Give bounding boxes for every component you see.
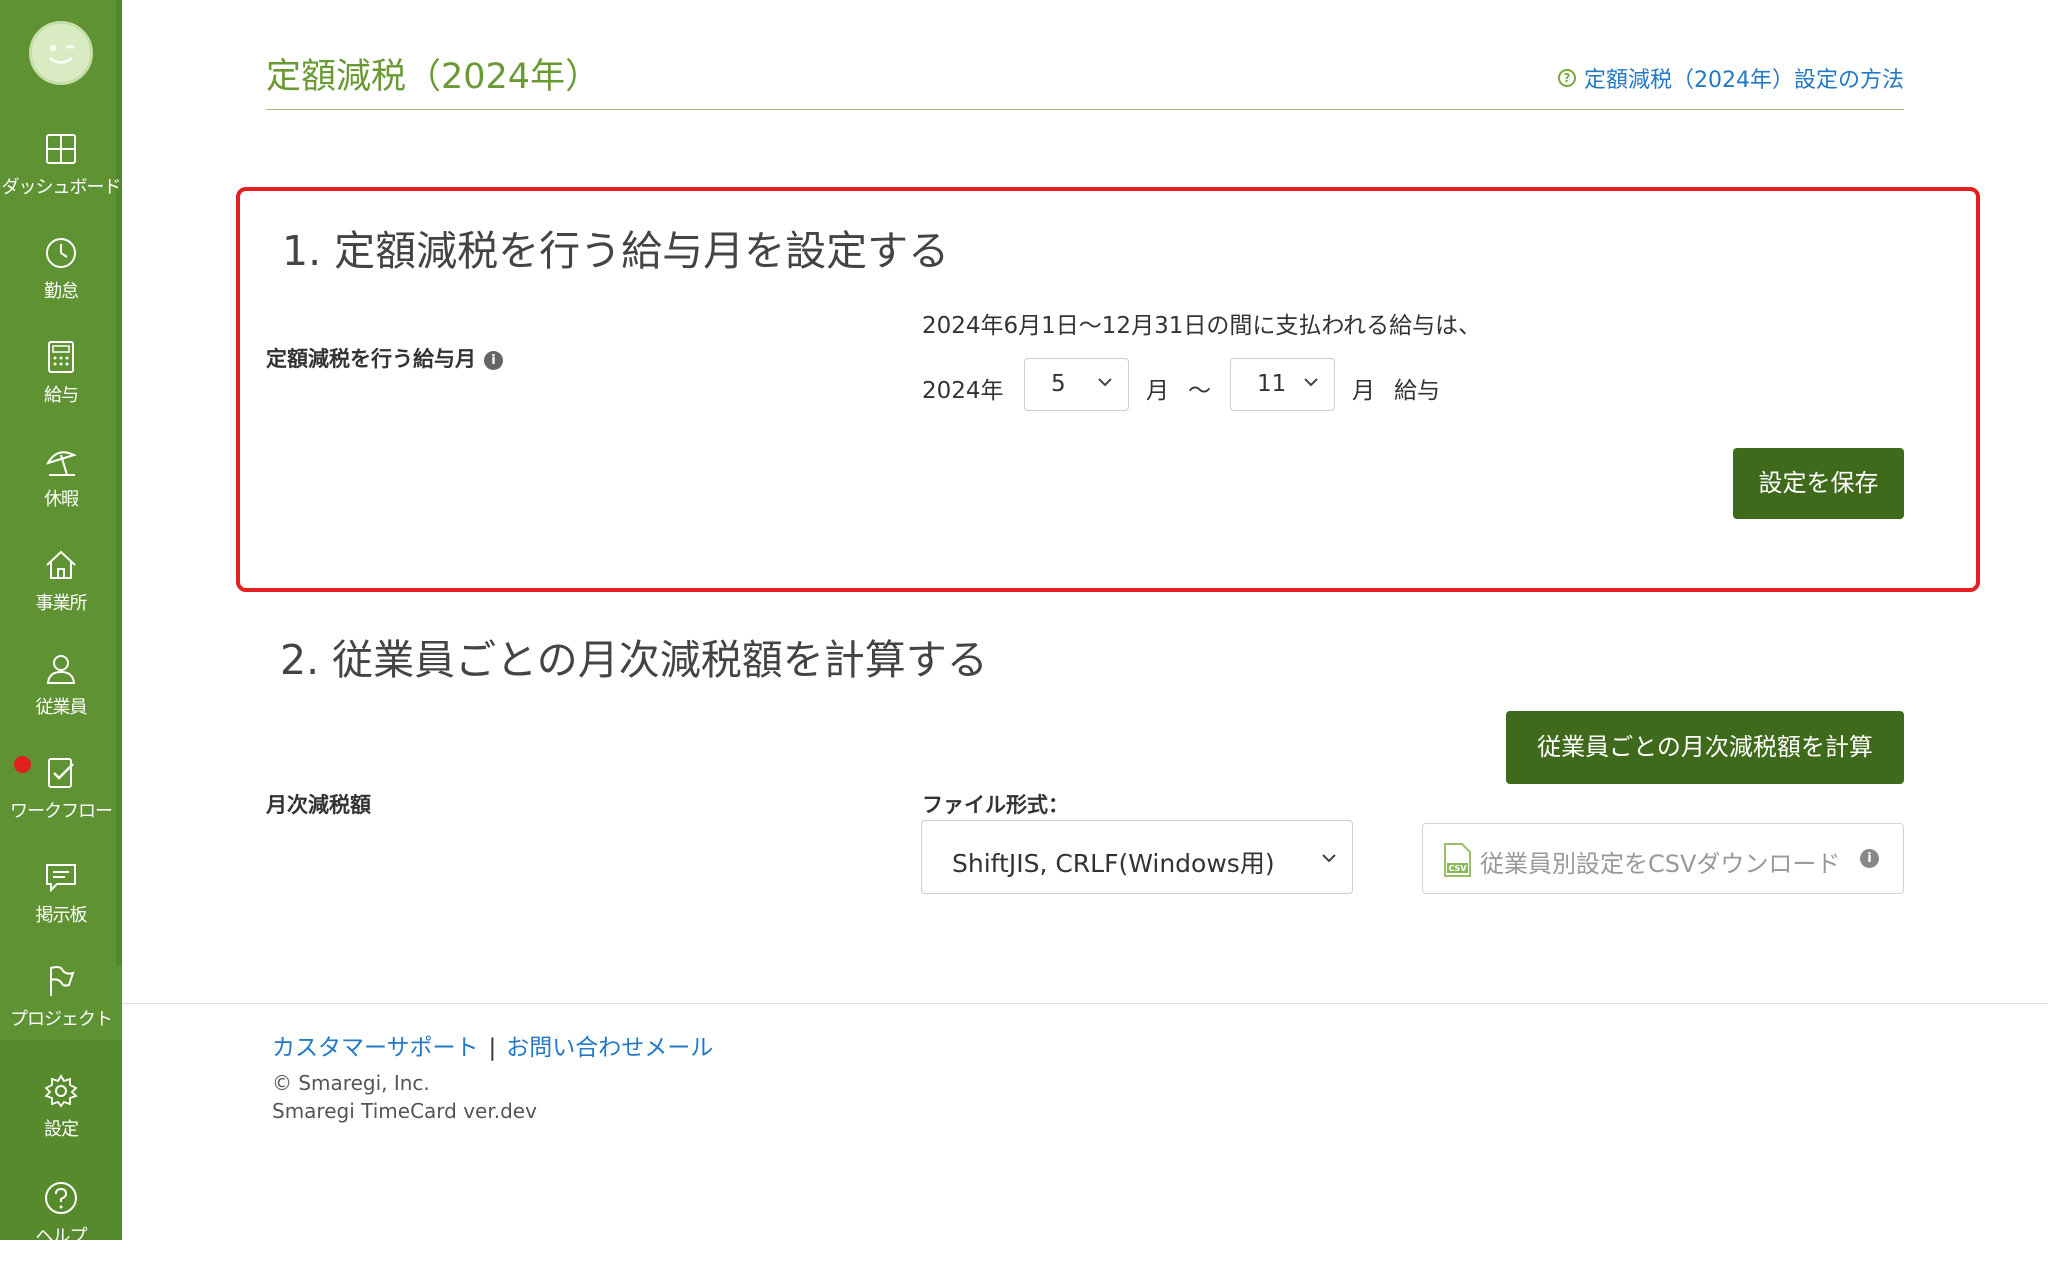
sidebar-item-label: 給与 [44,385,79,406]
question-icon: ? [1558,69,1576,87]
sidebar-item-project[interactable]: プロジェクト [0,963,122,1053]
svg-text:CSV: CSV [1449,864,1468,873]
csv-download-label: 従業員別設定をCSVダウンロード [1480,850,1841,878]
end-month-value: 11 [1257,371,1287,397]
sidebar-item-leave[interactable]: 休暇 [0,443,122,533]
chevron-down-icon [1322,854,1336,863]
file-format-label: ファイル形式： [922,793,1069,817]
sidebar-item-attendance[interactable]: 勤怠 [0,235,122,325]
sidebar-item-payroll[interactable]: 給与 [0,339,122,429]
smiley-icon [49,45,75,64]
sidebar-item-office[interactable]: 事業所 [0,547,122,637]
clock-icon [46,238,76,268]
sidebar-item-dashboard[interactable]: ダッシュボード [0,131,122,221]
help-link-label: 定額減税（2024年）設定の方法 [1584,68,1904,93]
sidebar-item-settings[interactable]: 設定 [0,1073,122,1163]
monthly-tax-label: 月次減税額 [266,793,371,817]
footer-links: カスタマーサポート | お問い合わせメール [272,1028,713,1062]
sidebar-item-employees[interactable]: 従業員 [0,651,122,741]
year-label: 2024年 [922,378,1004,404]
sidebar-item-label: 設定 [44,1119,79,1140]
footer-separator: | [488,1035,497,1061]
start-month-select[interactable]: 5 [1024,358,1129,411]
end-month-select[interactable]: 11 [1230,358,1335,411]
calculator-icon [48,341,74,373]
sidebar-item-workflow[interactable]: ワークフロー [0,755,122,845]
page-title: 定額減税（2024年） [266,57,601,97]
sidebar-item-label: 掲示板 [35,905,88,926]
tax-month-label: 定額減税を行う給与月 i [266,343,503,373]
sidebar: ダッシュボード 勤怠 給与 休暇 事業所 従業員 ワークフロー 掲示板 プロジェ… [0,0,122,1247]
csv-download-button[interactable]: CSV 従業員別設定をCSVダウンロード i [1422,823,1904,894]
user-icon [46,655,76,684]
footer-divider [122,1003,2048,1004]
sidebar-item-label: 事業所 [35,593,88,614]
chevron-down-icon [1304,378,1318,387]
section2-title: 2. 従業員ごとの月次減税額を計算する [280,636,988,684]
contact-mail-link[interactable]: お問い合わせメール [506,1035,713,1061]
sidebar-item-label: 休暇 [44,489,79,510]
sidebar-item-label: ワークフロー [10,801,113,822]
sidebar-item-label: 従業員 [35,697,88,718]
beach-umbrella-icon [45,451,77,476]
csv-file-icon: CSV [1444,843,1471,877]
version: Smaregi TimeCard ver.dev [272,1099,537,1123]
help-icon [45,1182,77,1214]
sidebar-item-help[interactable]: ヘルプ [0,1180,122,1270]
sidebar-item-label: 勤怠 [44,281,79,302]
tax-month-label-text: 定額減税を行う給与月 [266,347,476,371]
info-icon[interactable]: i [1860,849,1879,868]
start-month-value: 5 [1051,371,1066,397]
home-icon [46,550,76,579]
gear-icon [44,1074,78,1108]
chat-icon [46,864,76,893]
tilde: 〜 [1188,378,1211,404]
calculate-button[interactable]: 従業員ごとの月次減税額を計算 [1506,711,1904,784]
avatar[interactable] [29,21,93,85]
month-unit: 月 [1352,378,1375,404]
help-link[interactable]: ? 定額減税（2024年）設定の方法 [1558,62,1904,94]
info-icon[interactable]: i [484,350,503,370]
file-format-select[interactable]: ShiftJIS, CRLF(Windows用) [921,820,1353,894]
month-unit: 月 [1146,378,1169,404]
salary-label: 給与 [1394,378,1440,404]
flag-icon [50,966,75,996]
chevron-down-icon [1098,378,1112,387]
copyright: © Smaregi, Inc. [272,1071,430,1095]
sidebar-item-label: ヘルプ [35,1226,88,1247]
sidebar-item-label: プロジェクト [10,1009,113,1030]
checklist-icon [48,758,74,788]
sidebar-item-board[interactable]: 掲示板 [0,859,122,949]
save-settings-button[interactable]: 設定を保存 [1733,448,1904,519]
dashboard-icon [46,134,76,164]
sidebar-item-label: ダッシュボード [1,177,122,198]
file-format-value: ShiftJIS, CRLF(Windows用) [952,849,1275,878]
period-description: 2024年6月1日〜12月31日の間に支払われる給与は、 [922,313,1482,339]
section1-title: 1. 定額減税を行う給与月を設定する [282,227,950,275]
header-divider [266,109,1904,110]
customer-support-link[interactable]: カスタマーサポート [272,1035,479,1061]
